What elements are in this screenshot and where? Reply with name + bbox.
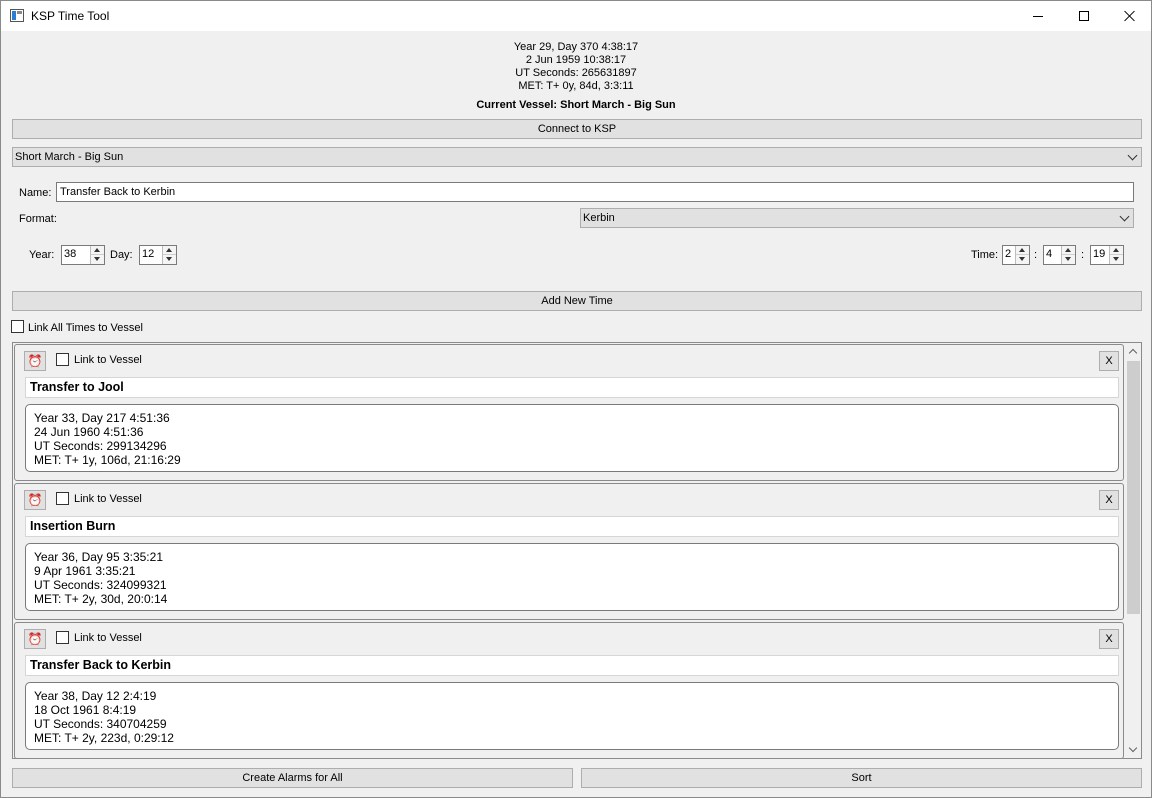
entry-name-input[interactable]: Insertion Burn bbox=[25, 516, 1119, 537]
link-to-vessel-label: Link to Vessel bbox=[74, 493, 142, 505]
entry-name-input[interactable]: Transfer Back to Kerbin bbox=[25, 655, 1119, 676]
spin-down-icon[interactable] bbox=[91, 255, 104, 264]
vessel-select-value: Short March - Big Sun bbox=[15, 151, 124, 163]
time-separator: : bbox=[1034, 249, 1038, 261]
name-input[interactable]: Transfer Back to Kerbin bbox=[56, 182, 1134, 202]
alarm-button[interactable]: ⏰ bbox=[24, 490, 46, 510]
alarm-clock-icon: ⏰ bbox=[27, 354, 43, 368]
entry-met: MET: T+ 1y, 106d, 21:16:29 bbox=[34, 453, 181, 467]
spin-up-icon[interactable] bbox=[1110, 246, 1123, 255]
minute-value: 4 bbox=[1046, 248, 1053, 260]
entry-ut-seconds: UT Seconds: 340704259 bbox=[34, 717, 167, 731]
year-value: 38 bbox=[64, 248, 77, 260]
time-label: Time: bbox=[971, 249, 999, 261]
vessel-select[interactable]: Short March - Big Sun bbox=[12, 147, 1142, 167]
year-spinbox[interactable]: 38 bbox=[61, 245, 105, 265]
add-new-time-button[interactable]: Add New Time bbox=[12, 291, 1142, 311]
vertical-scrollbar[interactable] bbox=[1125, 343, 1141, 758]
kerbin-time-text: Year 29, Day 370 4:38:17 bbox=[513, 41, 639, 53]
scroll-down-icon[interactable] bbox=[1125, 742, 1141, 758]
day-value: 12 bbox=[142, 248, 155, 260]
spin-up-icon[interactable] bbox=[163, 246, 176, 255]
link-to-vessel-checkbox[interactable] bbox=[56, 353, 69, 366]
close-icon bbox=[1124, 10, 1136, 22]
day-spinbox[interactable]: 12 bbox=[139, 245, 177, 265]
spin-down-icon[interactable] bbox=[1016, 255, 1029, 264]
hour-spinbox[interactable]: 2 bbox=[1002, 245, 1030, 265]
entry-earth-time: 18 Oct 1961 8:4:19 bbox=[34, 703, 137, 717]
link-to-vessel-checkbox[interactable] bbox=[56, 492, 69, 505]
format-label: Format: bbox=[19, 213, 57, 225]
link-to-vessel-label: Link to Vessel bbox=[74, 354, 142, 366]
list-item: ⏰ Link to Vessel X Transfer to Jool Year… bbox=[14, 344, 1124, 481]
link-all-label: Link All Times to Vessel bbox=[28, 322, 143, 334]
maximize-button[interactable] bbox=[1061, 1, 1107, 31]
met-text: MET: T+ 0y, 84d, 3:3:11 bbox=[518, 80, 634, 92]
create-alarms-button[interactable]: Create Alarms for All bbox=[12, 768, 573, 788]
chevron-down-icon bbox=[1127, 150, 1138, 161]
ut-seconds-text: UT Seconds: 265631897 bbox=[515, 67, 637, 79]
time-separator: : bbox=[1081, 249, 1085, 261]
year-label: Year: bbox=[29, 249, 55, 261]
connect-button[interactable]: Connect to KSP bbox=[12, 119, 1142, 139]
app-window: KSP Time Tool Year 29, Day 370 4:38:17 2… bbox=[0, 0, 1152, 798]
spin-down-icon[interactable] bbox=[1110, 255, 1123, 264]
spin-up-icon[interactable] bbox=[91, 246, 104, 255]
scroll-up-icon[interactable] bbox=[1125, 343, 1141, 359]
list-item: ⏰ Link to Vessel X Insertion Burn Year 3… bbox=[14, 483, 1124, 620]
chevron-down-icon bbox=[1119, 211, 1130, 222]
alarm-button[interactable]: ⏰ bbox=[24, 629, 46, 649]
close-button[interactable] bbox=[1107, 1, 1152, 31]
spin-down-icon[interactable] bbox=[1062, 255, 1075, 264]
remove-button[interactable]: X bbox=[1099, 629, 1119, 649]
name-label: Name: bbox=[19, 187, 52, 199]
spin-up-icon[interactable] bbox=[1016, 246, 1029, 255]
minute-spinbox[interactable]: 4 bbox=[1043, 245, 1076, 265]
format-select-value: Kerbin bbox=[583, 212, 615, 224]
entry-time-display: Year 33, Day 217 4:51:36 24 Jun 1960 4:5… bbox=[25, 404, 1119, 472]
maximize-icon bbox=[1079, 11, 1089, 21]
entry-kerbin-time: Year 33, Day 217 4:51:36 bbox=[34, 411, 170, 425]
entry-name-input[interactable]: Transfer to Jool bbox=[25, 377, 1119, 398]
app-icon bbox=[10, 9, 24, 22]
entry-met: MET: T+ 2y, 30d, 20:0:14 bbox=[34, 592, 168, 606]
link-all-checkbox[interactable] bbox=[11, 320, 24, 333]
window-title: KSP Time Tool bbox=[31, 9, 110, 23]
entry-met: MET: T+ 2y, 223d, 0:29:12 bbox=[34, 731, 174, 745]
scrollbar-thumb[interactable] bbox=[1127, 361, 1140, 614]
entry-earth-time: 24 Jun 1960 4:51:36 bbox=[34, 425, 144, 439]
entry-kerbin-time: Year 36, Day 95 3:35:21 bbox=[34, 550, 163, 564]
day-label: Day: bbox=[110, 249, 133, 261]
second-value: 19 bbox=[1093, 248, 1106, 260]
list-item: ⏰ Link to Vessel X Transfer Back to Kerb… bbox=[14, 622, 1124, 758]
entry-ut-seconds: UT Seconds: 324099321 bbox=[34, 578, 167, 592]
entry-ut-seconds: UT Seconds: 299134296 bbox=[34, 439, 167, 453]
sort-button[interactable]: Sort bbox=[581, 768, 1142, 788]
alarm-clock-icon: ⏰ bbox=[27, 632, 43, 646]
entry-time-display: Year 36, Day 95 3:35:21 9 Apr 1961 3:35:… bbox=[25, 543, 1119, 611]
entry-kerbin-time: Year 38, Day 12 2:4:19 bbox=[34, 689, 157, 703]
earth-time-text: 2 Jun 1959 10:38:17 bbox=[525, 54, 627, 66]
format-select[interactable]: Kerbin bbox=[580, 208, 1134, 228]
remove-button[interactable]: X bbox=[1099, 490, 1119, 510]
second-spinbox[interactable]: 19 bbox=[1090, 245, 1124, 265]
minimize-button[interactable] bbox=[1015, 1, 1061, 31]
title-bar[interactable]: KSP Time Tool bbox=[1, 1, 1151, 31]
link-to-vessel-checkbox[interactable] bbox=[56, 631, 69, 644]
current-vessel-label: Current Vessel: Short March - Big Sun bbox=[476, 99, 676, 111]
entry-time-display: Year 38, Day 12 2:4:19 18 Oct 1961 8:4:1… bbox=[25, 682, 1119, 750]
alarm-button[interactable]: ⏰ bbox=[24, 351, 46, 371]
spin-down-icon[interactable] bbox=[163, 255, 176, 264]
alarm-clock-icon: ⏰ bbox=[27, 493, 43, 507]
remove-button[interactable]: X bbox=[1099, 351, 1119, 371]
spin-up-icon[interactable] bbox=[1062, 246, 1075, 255]
entry-earth-time: 9 Apr 1961 3:35:21 bbox=[34, 564, 136, 578]
hour-value: 2 bbox=[1005, 248, 1012, 260]
link-to-vessel-label: Link to Vessel bbox=[74, 632, 142, 644]
minimize-icon bbox=[1033, 15, 1043, 17]
times-list[interactable]: ⏰ Link to Vessel X Transfer to Jool Year… bbox=[12, 342, 1142, 759]
